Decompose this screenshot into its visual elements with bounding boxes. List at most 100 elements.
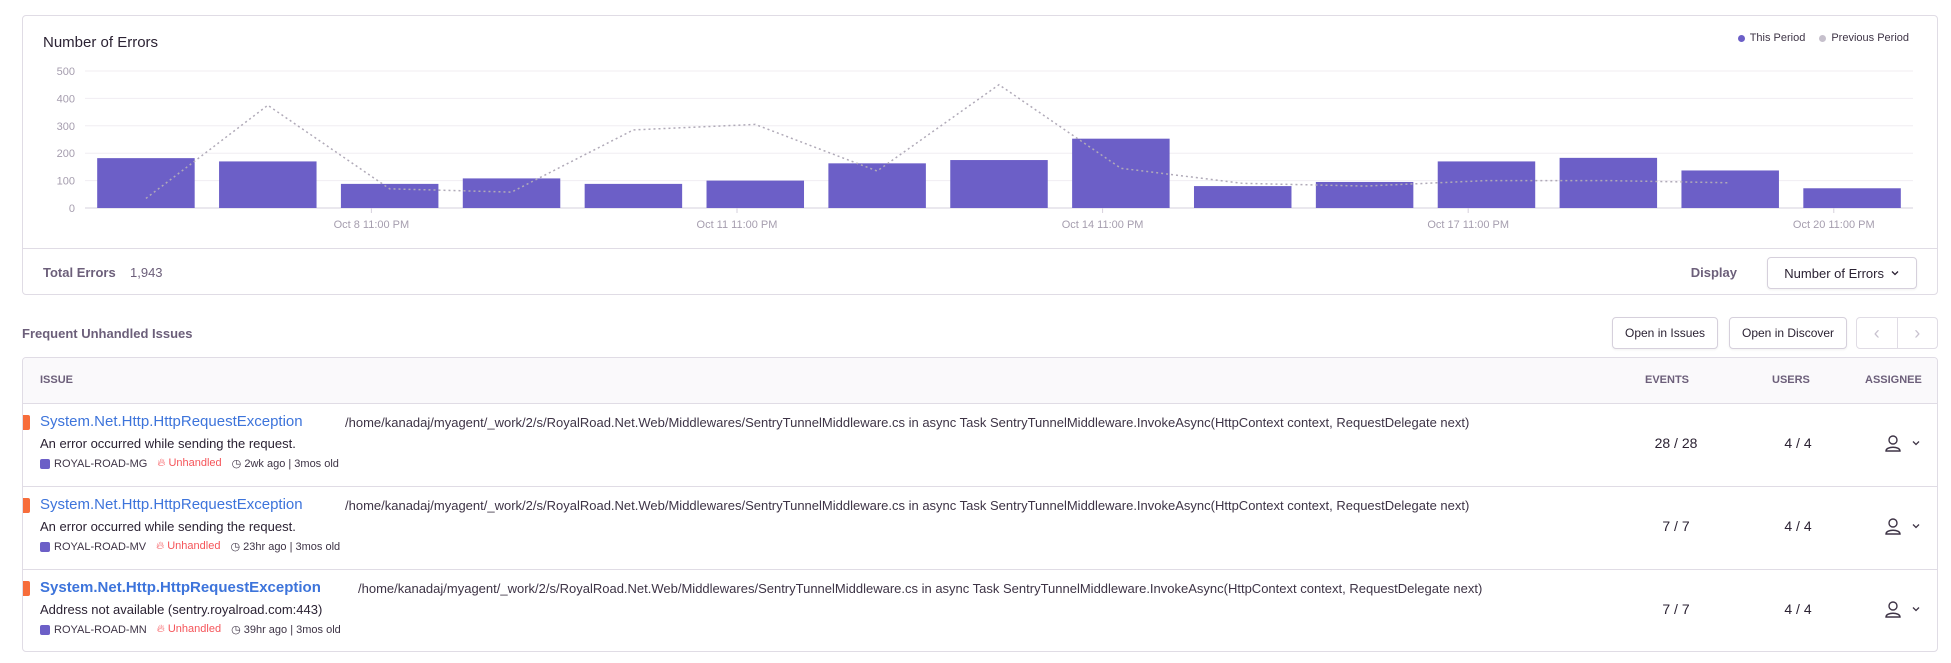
bar	[1437, 161, 1536, 208]
user-icon	[1885, 601, 1901, 618]
y-tick-label: 300	[57, 121, 75, 133]
chevron-down-icon	[1912, 524, 1920, 529]
chevron-down-icon	[1912, 441, 1920, 446]
pagination: ‹ ›	[1856, 317, 1938, 349]
display-dropdown[interactable]: Number of Errors	[1767, 257, 1917, 289]
section-title: Frequent Unhandled Issues	[22, 326, 193, 341]
issue-age: ◷ 39hr ago | 3mos old	[231, 623, 341, 636]
unhandled-label: Unhandled	[168, 457, 222, 469]
project-icon	[40, 458, 50, 469]
bar	[462, 178, 561, 208]
header-assignee: ASSIGNEE	[1865, 374, 1922, 386]
events-count: 7 / 7	[1662, 601, 1690, 617]
clock-icon: ◷	[230, 541, 241, 553]
flame-icon: 🔥︎	[157, 457, 166, 469]
project-badge[interactable]: ROYAL-ROAD-MG	[40, 458, 147, 470]
total-errors-value: 1,943	[130, 265, 163, 280]
bar	[584, 183, 683, 208]
bar	[1072, 138, 1170, 208]
level-indicator	[23, 415, 30, 430]
clock-icon: ◷	[231, 458, 242, 470]
issue-culprit: /home/kanadaj/myagent/_work/2/s/RoyalRoa…	[345, 415, 1470, 430]
flame-icon: 🔥︎	[156, 623, 165, 635]
issue-title-link[interactable]: System.Net.Http.HttpRequestException	[40, 496, 303, 513]
project-icon	[40, 541, 50, 552]
bar	[1803, 188, 1901, 208]
x-tick-label: Oct 17 11:00 PM	[1427, 219, 1509, 231]
issue-message: An error occurred while sending the requ…	[40, 436, 296, 451]
bar	[706, 180, 805, 208]
level-indicator	[23, 581, 30, 596]
bar	[219, 161, 317, 208]
project-name: ROYAL-ROAD-MV	[54, 540, 147, 553]
issue-meta: ROYAL-ROAD-MN 🔥︎ Unhandled ◷ 39hr ago | …	[40, 623, 341, 636]
clock-icon: ◷	[231, 624, 241, 636]
issue-age: ◷ 2wk ago | 3mos old	[232, 457, 339, 470]
table-row[interactable]: System.Net.Http.HttpRequestException /ho…	[23, 403, 1937, 487]
project-badge[interactable]: ROYAL-ROAD-MV	[40, 541, 146, 553]
issue-message: Address not available (sentry.royalroad.…	[40, 602, 323, 617]
user-icon	[1885, 435, 1901, 452]
x-tick-label: Oct 8 11:00 PM	[334, 219, 410, 231]
users-count: 4 / 4	[1784, 518, 1812, 534]
issue-culprit: /home/kanadaj/myagent/_work/2/s/RoyalRoa…	[358, 581, 1483, 596]
issue-age-text: 2wk ago | 3mos old	[244, 458, 339, 470]
project-name: ROYAL-ROAD-MN	[54, 623, 147, 636]
issue-age-text: 23hr ago | 3mos old	[243, 541, 341, 553]
errors-chart: 0 100 200 300 400 500 Oct 8 11:00 PM Oct 11 11:…	[57, 66, 1913, 231]
display-dropdown-value: Number of Errors	[1784, 265, 1884, 281]
x-tick-label: Oct 11 11:00 PM	[697, 219, 778, 231]
level-indicator	[23, 498, 30, 513]
table-row[interactable]: System.Net.Http.HttpRequestException /ho…	[23, 569, 1937, 651]
project-badge[interactable]: ROYAL-ROAD-MN	[40, 624, 147, 636]
unhandled-badge: 🔥︎ Unhandled	[156, 540, 220, 553]
assignee-selector[interactable]	[1883, 516, 1921, 536]
header-events: EVENTS	[1645, 374, 1690, 386]
chart-footer: Total Errors 1,943 Display Number of Err…	[23, 248, 1937, 296]
bar	[950, 160, 1048, 208]
y-tick-label: 100	[57, 176, 75, 188]
chevron-left-icon[interactable]: ‹	[1857, 318, 1898, 348]
chevron-right-icon[interactable]: ›	[1898, 318, 1938, 348]
header-issue: ISSUE	[40, 374, 74, 386]
bar	[1559, 157, 1658, 208]
open-in-discover-button[interactable]: Open in Discover	[1729, 317, 1848, 349]
display-label: Display	[1690, 265, 1737, 280]
table-header: ISSUE EVENTS USERS ASSIGNEE	[23, 358, 1937, 404]
bar	[97, 158, 195, 208]
y-tick-label: 500	[57, 66, 75, 78]
issue-age: ◷ 23hr ago | 3mos old	[230, 540, 340, 553]
table-row[interactable]: System.Net.Http.HttpRequestException /ho…	[23, 486, 1937, 570]
chevron-down-icon	[1912, 607, 1920, 612]
x-tick-label: Oct 20 11:00 PM	[1793, 219, 1875, 231]
issue-message: An error occurred while sending the requ…	[40, 519, 296, 534]
issue-title-link[interactable]: System.Net.Http.HttpRequestException	[40, 413, 303, 430]
bar	[340, 183, 439, 208]
y-tick-label: 200	[57, 148, 75, 160]
users-count: 4 / 4	[1784, 435, 1812, 451]
unhandled-label: Unhandled	[167, 623, 222, 635]
open-in-issues-button[interactable]: Open in Issues	[1612, 317, 1719, 349]
y-tick-label: 400	[57, 93, 75, 105]
issues-table: ISSUE EVENTS USERS ASSIGNEE System.Net.H…	[22, 357, 1938, 652]
assignee-selector[interactable]	[1883, 599, 1921, 619]
issue-meta: ROYAL-ROAD-MG 🔥︎ Unhandled ◷ 2wk ago | 3…	[40, 457, 339, 470]
user-icon	[1885, 518, 1901, 535]
events-count: 28 / 28	[1654, 435, 1698, 451]
assignee-selector[interactable]	[1883, 433, 1921, 453]
y-tick-label: 0	[69, 203, 75, 215]
unhandled-badge: 🔥︎ Unhandled	[157, 623, 221, 636]
project-name: ROYAL-ROAD-MG	[54, 457, 148, 470]
x-tick-label: Oct 14 11:00 PM	[1062, 219, 1144, 231]
bar	[828, 163, 926, 208]
unhandled-badge: 🔥︎ Unhandled	[157, 457, 221, 470]
header-users: USERS	[1772, 374, 1810, 386]
total-errors-label: Total Errors	[43, 265, 116, 280]
project-icon	[40, 624, 50, 635]
issue-title-link[interactable]: System.Net.Http.HttpRequestException	[40, 579, 321, 596]
issue-culprit: /home/kanadaj/myagent/_work/2/s/RoyalRoa…	[345, 498, 1470, 513]
issue-meta: ROYAL-ROAD-MV 🔥︎ Unhandled ◷ 23hr ago | …	[40, 540, 340, 553]
issue-age-text: 39hr ago | 3mos old	[243, 624, 341, 636]
chevron-down-icon	[1891, 271, 1899, 276]
events-count: 7 / 7	[1662, 518, 1690, 534]
